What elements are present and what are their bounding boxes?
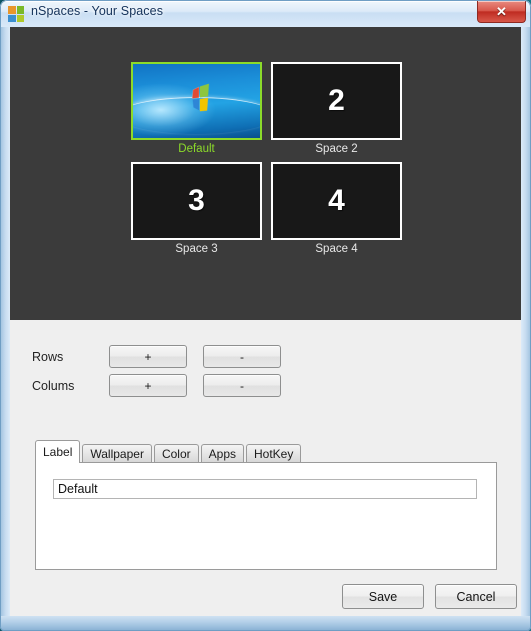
space-number: 2 — [328, 84, 345, 117]
space-thumbnail-2[interactable]: 2 — [271, 62, 402, 140]
settings-panel: Rows + - Colums + - Label Wallpaper Colo… — [10, 320, 521, 616]
space-cell-3[interactable]: 3 Space 3 — [129, 161, 264, 257]
window-frame-bottom — [0, 616, 531, 631]
spaces-row-2: 3 Space 3 4 Space 4 — [129, 161, 405, 257]
cancel-button[interactable]: Cancel — [435, 584, 517, 609]
space-thumbnail-4[interactable]: 4 — [271, 161, 402, 240]
space-label-default: Default — [178, 143, 215, 155]
app-icon-square-2 — [16, 6, 24, 14]
titlebar-highlight — [1, 1, 530, 2]
tab-seam-cover — [36, 462, 76, 464]
title-bar: nSpaces - Your Spaces ✕ — [0, 0, 531, 27]
close-button[interactable]: ✕ — [477, 1, 526, 23]
space-label-2: Space 2 — [315, 143, 358, 155]
space-label-3: Space 3 — [175, 242, 218, 255]
space-label-4: Space 4 — [315, 242, 358, 255]
tab-color[interactable]: Color — [153, 444, 199, 463]
close-icon: ✕ — [496, 4, 507, 19]
space-number: 4 — [328, 183, 345, 217]
windows-flag-icon — [182, 83, 209, 112]
client-area: Default 2 Space 2 3 Space 3 4 Space 4 Ro… — [10, 27, 521, 616]
window-title: nSpaces - Your Spaces — [31, 4, 164, 18]
spaces-grid: Default 2 Space 2 3 Space 3 4 Space 4 — [129, 62, 405, 262]
save-button[interactable]: Save — [342, 584, 424, 609]
window-frame-right — [521, 27, 531, 616]
tab-hotkey[interactable]: HotKey — [246, 444, 302, 463]
app-icon-square-3 — [8, 14, 16, 22]
app-icon-square-4 — [16, 14, 24, 22]
space-thumbnail-3[interactable]: 3 — [131, 161, 262, 240]
columns-label: Colums — [32, 378, 75, 393]
spaces-panel: Default 2 Space 2 3 Space 3 4 Space 4 — [10, 27, 521, 320]
rows-control-row: Rows + - — [32, 345, 281, 368]
space-label-input[interactable] — [53, 479, 477, 499]
rows-label: Rows — [32, 349, 64, 364]
nspaces-app-icon — [8, 6, 24, 22]
nspaces-window: nSpaces - Your Spaces ✕ Default 2 Space … — [0, 0, 531, 631]
space-thumbnail-default[interactable] — [131, 62, 262, 140]
space-cell-4[interactable]: 4 Space 4 — [269, 161, 404, 257]
spaces-row-1: Default 2 Space 2 — [129, 62, 405, 157]
tab-wallpaper[interactable]: Wallpaper — [82, 444, 152, 463]
space-number: 3 — [188, 183, 205, 217]
rows-increment-button[interactable]: + — [109, 345, 187, 368]
tab-label[interactable]: Label — [35, 440, 81, 463]
space-cell-2[interactable]: 2 Space 2 — [269, 62, 404, 157]
columns-control-row: Colums + - — [32, 374, 281, 397]
columns-increment-button[interactable]: + — [109, 374, 187, 397]
space-cell-default[interactable]: Default — [129, 62, 264, 157]
window-frame-left — [0, 27, 10, 616]
app-icon-square-1 — [8, 6, 16, 14]
tab-strip: Label Wallpaper Color Apps HotKey — [35, 440, 497, 463]
screen: nSpaces - Your Spaces ✕ Default 2 Space … — [0, 0, 531, 631]
tab-apps[interactable]: Apps — [200, 444, 244, 463]
rows-decrement-button[interactable]: - — [203, 345, 281, 368]
tab-panel-label — [35, 462, 497, 570]
columns-decrement-button[interactable]: - — [203, 374, 281, 397]
